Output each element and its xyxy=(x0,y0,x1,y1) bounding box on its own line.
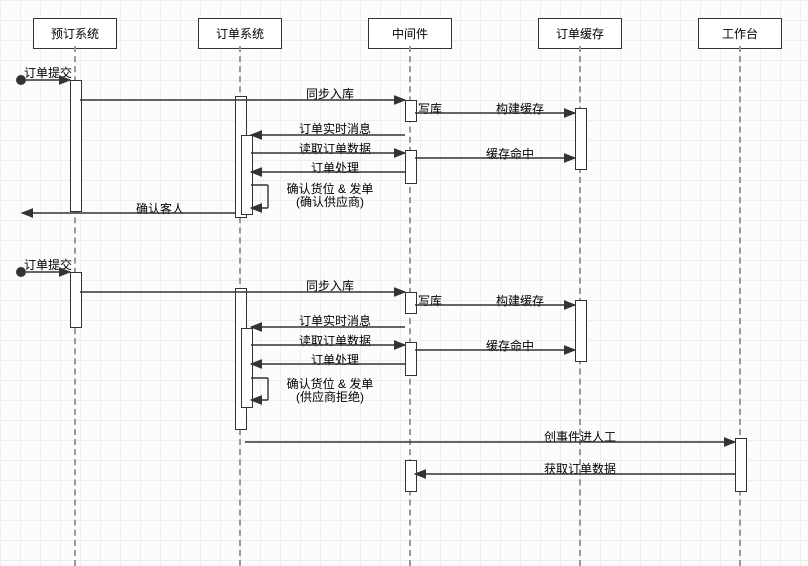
participant-middleware-label: 中间件 xyxy=(392,27,428,41)
arrows-svg xyxy=(0,0,808,565)
msg-cachehit-1: 缓存命中 xyxy=(450,145,570,162)
activation-mw-2b xyxy=(405,342,417,376)
msg-writedb-1: 写库 xyxy=(418,100,442,117)
msg-realtime-1: 订单实时消息 xyxy=(270,120,400,137)
activation-booking-2 xyxy=(70,272,82,328)
participant-order: 订单系统 xyxy=(198,18,282,49)
msg-buildcache-2: 构建缓存 xyxy=(470,292,570,309)
msg-cachehit-2: 缓存命中 xyxy=(450,337,570,354)
participant-cache-label: 订单缓存 xyxy=(556,27,604,41)
msg-submit-2: 订单提交 xyxy=(24,256,72,273)
msg-confirmguest: 确认客人 xyxy=(100,200,220,217)
participant-workbench: 工作台 xyxy=(698,18,782,49)
participant-workbench-label: 工作台 xyxy=(722,27,758,41)
msg-buildcache-1: 构建缓存 xyxy=(470,100,570,117)
msg-confirmB-2: (供应商拒绝) xyxy=(260,388,400,405)
activation-mw-2c xyxy=(405,460,417,492)
msg-readorder-1: 读取订单数据 xyxy=(270,140,400,157)
participant-cache: 订单缓存 xyxy=(538,18,622,49)
msg-process-2: 订单处理 xyxy=(270,351,400,368)
activation-booking-1 xyxy=(70,80,82,212)
participant-booking-label: 预订系统 xyxy=(51,27,99,41)
msg-writedb-2: 写库 xyxy=(418,292,442,309)
activation-cache-2 xyxy=(575,300,587,362)
msg-createticket: 创事件进人工 xyxy=(440,428,720,445)
msg-readorder-2: 读取订单数据 xyxy=(270,332,400,349)
participant-order-label: 订单系统 xyxy=(216,27,264,41)
activation-order-1b xyxy=(241,135,253,215)
participant-booking: 预订系统 xyxy=(33,18,117,49)
msg-realtime-2: 订单实时消息 xyxy=(270,312,400,329)
msg-syncstore-1: 同步入库 xyxy=(260,85,400,102)
msg-submit-1: 订单提交 xyxy=(24,64,72,81)
msg-process-1: 订单处理 xyxy=(270,159,400,176)
participant-middleware: 中间件 xyxy=(368,18,452,49)
activation-order-2b xyxy=(241,328,253,408)
activation-workbench-2 xyxy=(735,438,747,492)
activation-mw-1a xyxy=(405,100,417,122)
activation-mw-2a xyxy=(405,292,417,314)
msg-confirmB-1: (确认供应商) xyxy=(260,193,400,210)
activation-mw-1b xyxy=(405,150,417,184)
activation-cache-1 xyxy=(575,108,587,170)
msg-syncstore-2: 同步入库 xyxy=(260,277,400,294)
msg-fetchorder: 获取订单数据 xyxy=(440,460,720,477)
